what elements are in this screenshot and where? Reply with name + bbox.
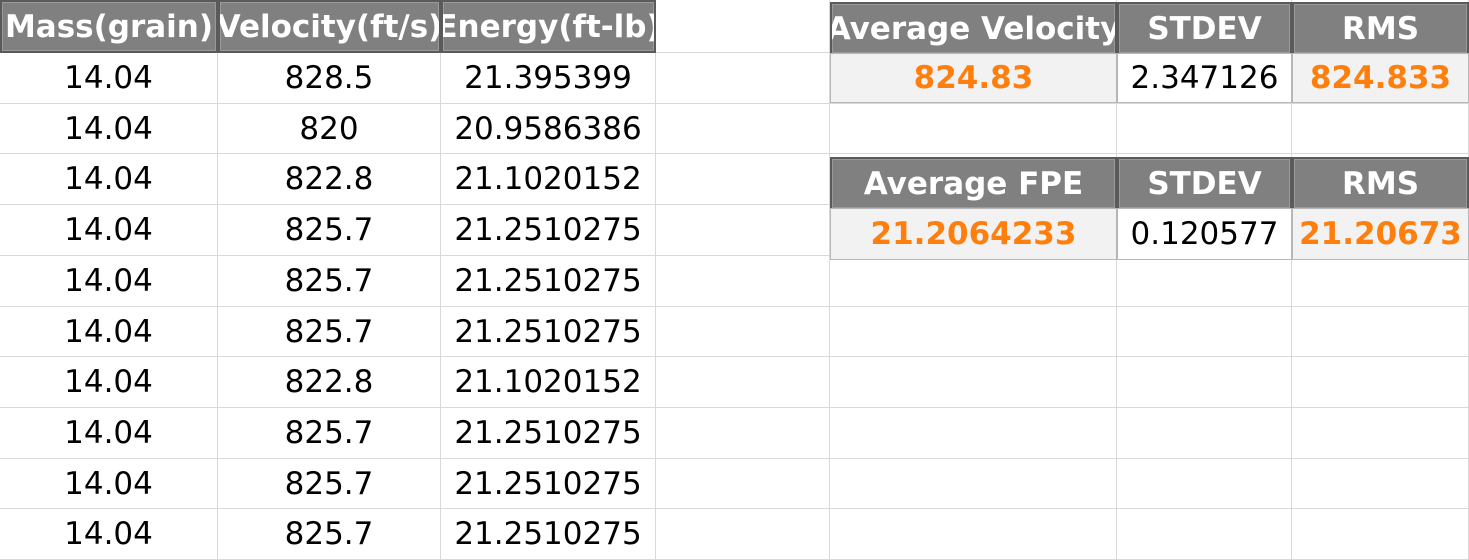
data-cell[interactable]: 21.2510275: [441, 256, 656, 307]
data-cell[interactable]: 822.8: [218, 154, 441, 205]
data-cell[interactable]: 828.5: [218, 53, 441, 104]
grid-cell[interactable]: [656, 104, 830, 154]
grid-cell[interactable]: [1292, 509, 1469, 560]
data-cell[interactable]: 14.04: [0, 256, 218, 307]
stat-value[interactable]: 0.120577: [1117, 208, 1292, 260]
grid-cell[interactable]: [830, 307, 1117, 357]
data-cell[interactable]: 14.04: [0, 104, 218, 154]
stat-header[interactable]: STDEV: [1117, 2, 1292, 55]
data-cell[interactable]: 21.2510275: [441, 459, 656, 509]
stat-value[interactable]: 2.347126: [1117, 53, 1292, 103]
grid-cell[interactable]: [1117, 509, 1292, 560]
data-cell[interactable]: 14.04: [0, 509, 218, 560]
grid-cell[interactable]: [656, 154, 830, 205]
grid-cell[interactable]: [1292, 256, 1469, 307]
grid-cell[interactable]: [830, 408, 1117, 459]
grid-cell[interactable]: [656, 307, 830, 357]
grid-cell[interactable]: [1117, 307, 1292, 357]
data-cell[interactable]: 822.8: [218, 357, 441, 408]
grid-cell[interactable]: [1292, 459, 1469, 509]
stat-header[interactable]: STDEV: [1117, 157, 1292, 210]
data-cell[interactable]: 14.04: [0, 408, 218, 459]
stat-header[interactable]: Average FPE: [830, 157, 1117, 210]
grid-cell[interactable]: [1292, 357, 1469, 408]
data-cell[interactable]: 825.7: [218, 256, 441, 307]
data-cell[interactable]: 825.7: [218, 459, 441, 509]
column-header[interactable]: Energy(ft-lb): [441, 0, 656, 53]
stat-header[interactable]: RMS: [1292, 157, 1469, 210]
stat-header[interactable]: Average Velocity: [830, 2, 1117, 55]
data-cell[interactable]: 820: [218, 104, 441, 154]
grid-cell[interactable]: [830, 256, 1117, 307]
grid-cell[interactable]: [1117, 357, 1292, 408]
grid-cell[interactable]: [1117, 104, 1292, 154]
spreadsheet-grid[interactable]: Mass(grain) Velocity(ft/s) Energy(ft-lb) 14…: [0, 0, 1469, 560]
data-cell[interactable]: 825.7: [218, 307, 441, 357]
grid-cell[interactable]: [830, 357, 1117, 408]
grid-cell[interactable]: [656, 459, 830, 509]
data-cell[interactable]: 14.04: [0, 154, 218, 205]
grid-cell[interactable]: [1292, 408, 1469, 459]
grid-cell[interactable]: [656, 256, 830, 307]
grid-cell[interactable]: [830, 104, 1117, 154]
grid-cell[interactable]: [1117, 459, 1292, 509]
stat-value[interactable]: 824.83: [830, 53, 1117, 103]
data-cell[interactable]: 14.04: [0, 459, 218, 509]
grid-cell[interactable]: [656, 0, 830, 53]
data-cell[interactable]: 21.2510275: [441, 509, 656, 560]
data-cell[interactable]: 21.2510275: [441, 205, 656, 256]
data-cell[interactable]: 20.9586386: [441, 104, 656, 154]
grid-cell[interactable]: [1292, 307, 1469, 357]
data-cell[interactable]: 825.7: [218, 509, 441, 560]
grid-cell[interactable]: [1117, 408, 1292, 459]
data-cell[interactable]: 14.04: [0, 307, 218, 357]
grid-cell[interactable]: [830, 509, 1117, 560]
stat-value[interactable]: 21.20673: [1292, 208, 1469, 260]
grid-cell[interactable]: [656, 53, 830, 104]
data-cell[interactable]: 14.04: [0, 357, 218, 408]
data-cell[interactable]: 825.7: [218, 205, 441, 256]
grid-cell[interactable]: [656, 509, 830, 560]
stat-header[interactable]: RMS: [1292, 2, 1469, 55]
stat-value[interactable]: 21.2064233: [830, 208, 1117, 260]
data-cell[interactable]: 21.1020152: [441, 357, 656, 408]
grid-cell[interactable]: [1292, 104, 1469, 154]
data-cell[interactable]: 21.1020152: [441, 154, 656, 205]
grid-cell[interactable]: [830, 459, 1117, 509]
column-header[interactable]: Mass(grain): [0, 0, 218, 53]
data-cell[interactable]: 21.2510275: [441, 408, 656, 459]
data-cell[interactable]: 21.2510275: [441, 307, 656, 357]
grid-cell[interactable]: [656, 408, 830, 459]
column-header[interactable]: Velocity(ft/s): [218, 0, 441, 53]
stat-value[interactable]: 824.833: [1292, 53, 1469, 103]
data-cell[interactable]: 14.04: [0, 53, 218, 104]
data-cell[interactable]: 21.395399: [441, 53, 656, 104]
data-cell[interactable]: 14.04: [0, 205, 218, 256]
data-cell[interactable]: 825.7: [218, 408, 441, 459]
grid-cell[interactable]: [1117, 256, 1292, 307]
grid-cell[interactable]: [656, 205, 830, 256]
grid-cell[interactable]: [656, 357, 830, 408]
